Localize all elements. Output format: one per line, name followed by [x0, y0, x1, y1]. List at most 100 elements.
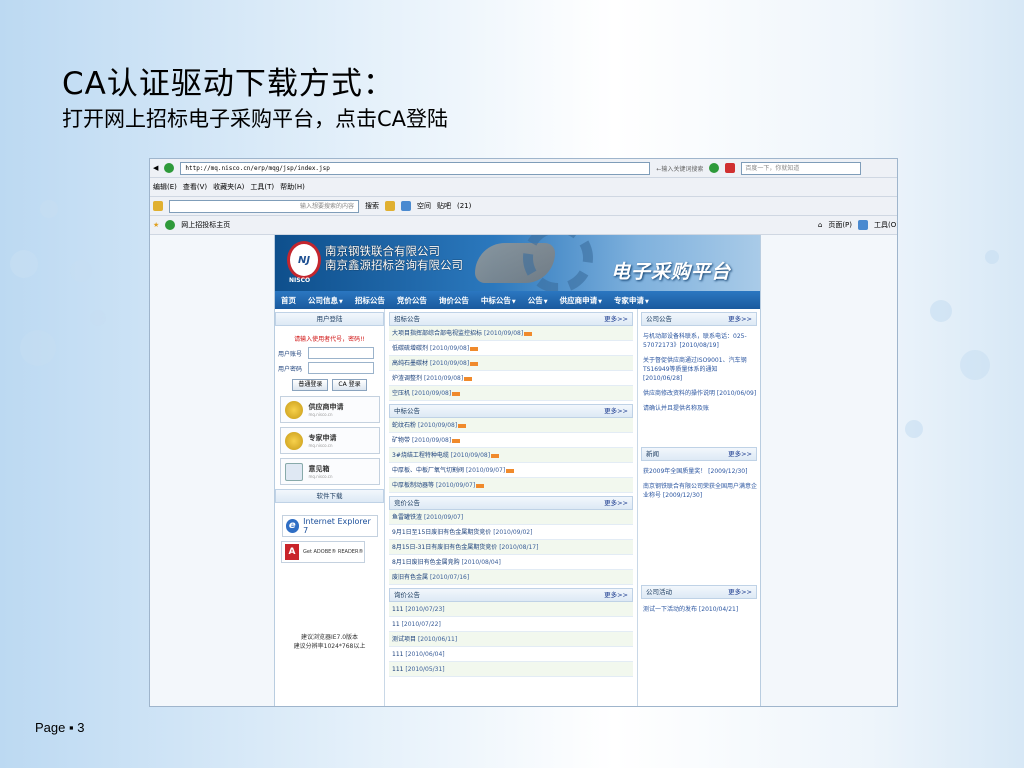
- bidding-header: 竞价公告 更多>>: [389, 496, 633, 510]
- page-number: Page ▪ 3: [35, 720, 85, 735]
- back-icon[interactable]: ◀: [153, 164, 158, 172]
- announcement-row[interactable]: 大项目指挥部综合部电视监控招标 [2010/09/08]: [389, 326, 633, 341]
- announcement-row[interactable]: 鱼雷罐铁渣 [2010/09/07]: [389, 510, 633, 525]
- web-page: NJ NISCO 南京钢铁联合有限公司 南京鑫源招标咨询有限公司 电子采购平台 …: [150, 235, 897, 706]
- announcement-row[interactable]: 8月15日-31日有废旧有色金属期货竞价 [2010/08/17]: [389, 540, 633, 555]
- nav-company-info[interactable]: 公司信息▼: [308, 295, 343, 306]
- web-search-input[interactable]: 百度一下，你就知道: [741, 161, 862, 175]
- new-badge-icon: [524, 331, 533, 336]
- toolbar-tool-icon[interactable]: [401, 201, 411, 211]
- supplier-apply-card[interactable]: 供应商申请 mq.nisco.cn: [279, 396, 380, 423]
- more-link[interactable]: 更多>>: [604, 313, 628, 325]
- announcement-row[interactable]: 中厚板制动器等 [2010/09/07]: [389, 478, 633, 493]
- chevron-down-icon: ▼: [598, 298, 602, 305]
- card-title: 供应商申请: [308, 403, 344, 411]
- announcement-row[interactable]: 111 [2010/07/23]: [389, 602, 633, 617]
- announcement-row[interactable]: 废旧有色金属 [2010/07/16]: [389, 570, 633, 585]
- row-date: [2010/09/08]: [423, 375, 464, 382]
- suggestion-box-card[interactable]: 意见箱 mq.nisco.cn: [279, 458, 380, 485]
- announcement-row[interactable]: 炉渣调整剂 [2010/09/08]: [389, 371, 633, 386]
- row-date: [2010/09/08]: [450, 452, 491, 459]
- announcement-row[interactable]: 低碳硫增碳剂 [2010/09/08]: [389, 341, 633, 356]
- address-bar[interactable]: http://mq.nisco.cn/erp/mqg/jsp/index.jsp: [180, 161, 651, 175]
- announcement-row[interactable]: 9月1日至15日废旧有色金属期货竞价 [2010/09/02]: [389, 525, 633, 540]
- row-title: 中厚板制动器等: [392, 482, 435, 489]
- announcement-row[interactable]: 测试项目 [2010/06/11]: [389, 632, 633, 647]
- ie-download-link[interactable]: e Internet Explorer 7: [281, 515, 378, 537]
- adobe-label: Get ADOBE® READER®: [303, 549, 364, 555]
- card-sub: mq.nisco.cn: [308, 474, 333, 479]
- row-title: 矿物带: [392, 437, 411, 444]
- announcement-row[interactable]: 111 [2010/05/31]: [389, 662, 633, 677]
- news-item[interactable]: 获2009年全国质量奖！ [2009/12/30]: [643, 467, 757, 476]
- nav-award[interactable]: 中标公告▼: [481, 295, 516, 306]
- toolbar-tieba[interactable]: 贴吧: [437, 201, 451, 211]
- nav-supplier-apply[interactable]: 供应商申请▼: [560, 295, 602, 306]
- people-icon: [284, 400, 303, 419]
- toolbar-tool-icon[interactable]: [385, 201, 395, 211]
- announcement-row[interactable]: 高纯石墨碳材 [2010/09/08]: [389, 356, 633, 371]
- announcement-row[interactable]: 中厚板、中板厂氧气切割阀 [2010/09/07]: [389, 463, 633, 478]
- row-title: 8月15日-31日有废旧有色金属期货竞价: [392, 544, 498, 551]
- expert-apply-card[interactable]: 专家申请 mq.nisco.cn: [279, 427, 380, 454]
- announcement-row[interactable]: 蛇纹石粉 [2010/09/08]: [389, 418, 633, 433]
- chevron-down-icon: ▼: [644, 298, 649, 305]
- password-input[interactable]: [308, 362, 375, 374]
- menu-tools[interactable]: 工具(T): [250, 182, 274, 192]
- stop-icon[interactable]: [725, 163, 736, 173]
- tab-title[interactable]: 网上招投标主页: [181, 220, 230, 230]
- toolbar-messages[interactable]: (21): [457, 202, 471, 210]
- notice-item[interactable]: 供应商修改资料的操作说明 [2010/06/09]: [643, 389, 757, 398]
- more-link[interactable]: 更多>>: [728, 448, 752, 460]
- username-input[interactable]: [308, 347, 375, 359]
- menu-view[interactable]: 查看(V): [183, 182, 207, 192]
- inquiry-header: 询价公告 更多>>: [389, 588, 633, 602]
- more-link[interactable]: 更多>>: [728, 313, 752, 325]
- row-date: [2010/05/31]: [405, 666, 445, 673]
- announcement-row[interactable]: 11 [2010/07/22]: [389, 617, 633, 632]
- toolbar-search-input[interactable]: 输入想要搜索的内容: [169, 199, 359, 213]
- notice-item[interactable]: 请确认并且提供名称及账: [643, 404, 757, 413]
- announcement-row[interactable]: 111 [2010/06/04]: [389, 647, 633, 662]
- announcement-row[interactable]: 3#烧结工程特种电缆 [2010/09/08]: [389, 448, 633, 463]
- nav-inquiry[interactable]: 询价公告: [439, 295, 469, 306]
- favorites-star-icon[interactable]: ★: [153, 221, 159, 229]
- tools-menu[interactable]: 工具(O): [874, 220, 897, 230]
- more-link[interactable]: 更多>>: [728, 586, 752, 598]
- ca-login-button[interactable]: CA 登录: [332, 379, 367, 391]
- row-date: [2010/06/11]: [417, 636, 458, 643]
- nav-bidding[interactable]: 竞价公告: [397, 295, 427, 306]
- nav-tender[interactable]: 招标公告: [355, 295, 385, 306]
- normal-login-button[interactable]: 普通登录: [292, 379, 329, 391]
- tools-gear-icon[interactable]: [858, 220, 869, 230]
- more-link[interactable]: 更多>>: [604, 497, 628, 509]
- toolbar-space[interactable]: 空间: [417, 201, 431, 211]
- menu-favorites[interactable]: 收藏夹(A): [213, 182, 244, 192]
- nav-notice[interactable]: 公告▼: [528, 295, 548, 306]
- announcement-row[interactable]: 空压机 [2010/09/08]: [389, 386, 633, 401]
- row-title: 111: [392, 606, 404, 613]
- menu-help[interactable]: 帮助(H): [280, 182, 305, 192]
- notice-item[interactable]: 与机动部设备科联系，联系电话：025-57072173》[2010/08/19]: [643, 332, 757, 350]
- news-item[interactable]: 南京钢铁联合有限公司荣获全国用户满意企业称号 [2009/12/30]: [643, 482, 757, 500]
- row-title: 111: [392, 651, 404, 658]
- row-title: 废旧有色金属: [392, 574, 429, 581]
- more-link[interactable]: 更多>>: [604, 405, 628, 417]
- site-nav: 首页 公司信息▼ 招标公告 竞价公告 询价公告 中标公告▼ 公告▼ 供应商申请▼…: [275, 291, 760, 309]
- page-menu[interactable]: 页面(P): [828, 220, 852, 230]
- row-date: [2010/07/16]: [429, 574, 470, 581]
- home-icon[interactable]: ⌂: [818, 221, 822, 229]
- login-warning: 请输入使用者代号，密码!!: [294, 336, 365, 343]
- toolbar-search-button[interactable]: 搜索: [365, 201, 379, 211]
- adobe-reader-link[interactable]: A Get ADOBE® READER®: [281, 541, 365, 563]
- notice-item[interactable]: 关于督促供应商通过ISO9001、汽车钢TS16949等质量体系的通知 [201…: [643, 356, 757, 383]
- activity-item[interactable]: 测试一下活动的发布 [2010/04/21]: [643, 605, 757, 614]
- nav-expert-apply[interactable]: 专家申请▼: [614, 295, 649, 306]
- announcement-row[interactable]: 8月1日废旧有色金属竞购 [2010/08/04]: [389, 555, 633, 570]
- more-link[interactable]: 更多>>: [604, 589, 628, 601]
- announcement-row[interactable]: 矿物带 [2010/09/08]: [389, 433, 633, 448]
- refresh-icon[interactable]: [709, 163, 720, 173]
- nav-home[interactable]: 首页: [281, 295, 296, 306]
- menu-edit[interactable]: 编辑(E): [153, 182, 177, 192]
- browser-recommendation: 建议浏览器IE7.0版本 建议分辨率1024*768以上: [275, 633, 384, 651]
